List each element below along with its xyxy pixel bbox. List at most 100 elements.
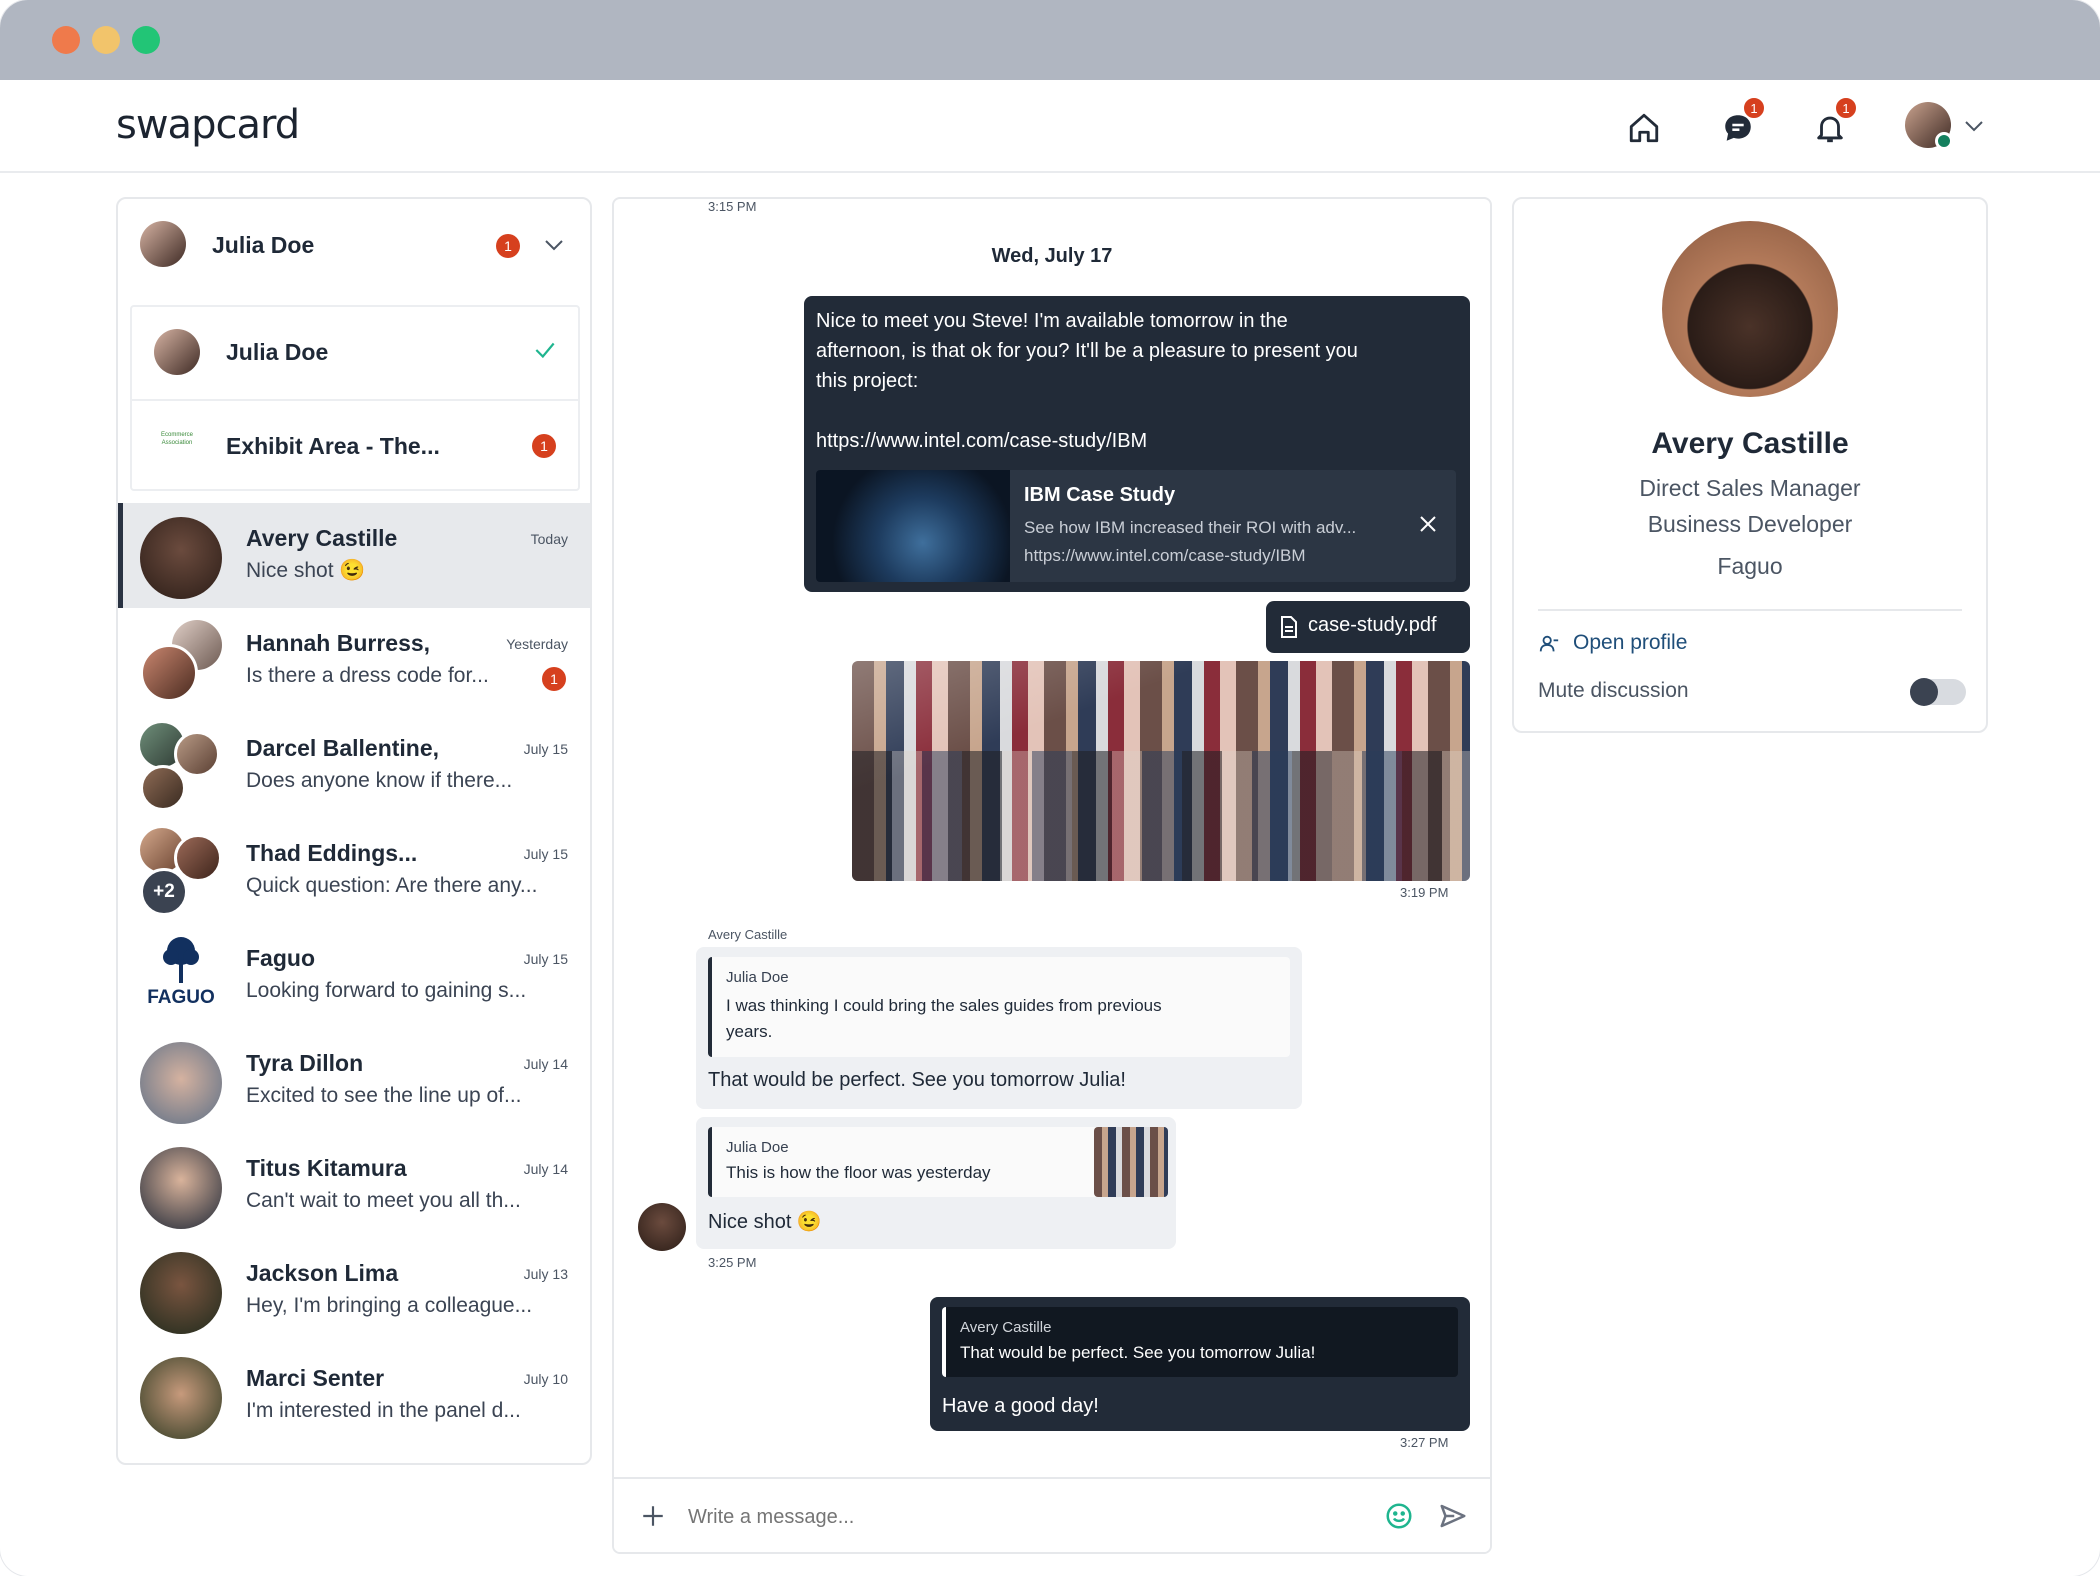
conversation-name: Tyra Dillon [246, 1050, 364, 1076]
attachment-name: case-study.pdf [1308, 614, 1437, 636]
conversation-name: Jackson Lima [246, 1260, 399, 1286]
top-navigation: swapcard 1 1 [0, 80, 2100, 173]
avatar [140, 644, 198, 702]
user-avatar-menu[interactable] [1905, 102, 1953, 150]
emoji-icon[interactable] [1384, 1501, 1414, 1536]
conversation-date: Today [530, 531, 568, 547]
chat-panel: 3:15 PM Wed, July 17 Nice to meet you St… [612, 197, 1492, 1554]
bell-icon[interactable]: 1 [1810, 96, 1858, 148]
app-logo[interactable]: swapcard [116, 102, 300, 148]
mute-toggle[interactable] [1910, 678, 1966, 706]
avatar [140, 1357, 222, 1439]
send-icon[interactable] [1438, 1501, 1468, 1536]
conversation-preview: Excited to see the line up of... [246, 1084, 522, 1107]
toggle-knob [1910, 678, 1938, 706]
window-titlebar [0, 0, 2100, 80]
plus-icon[interactable] [640, 1503, 666, 1534]
message-text: Nice shot 😉 [708, 1211, 822, 1233]
faguo-logo: FAGUO [140, 935, 222, 1017]
profile-title: Business Developer [1647, 511, 1853, 537]
online-status-dot [1935, 132, 1953, 150]
avatar [140, 1252, 222, 1334]
conversation-item[interactable]: Jackson Lima Hey, I'm bringing a colleag… [118, 1238, 590, 1343]
account-option-julia[interactable]: Julia Doe [132, 307, 578, 398]
quote-text: I was thinking I could bring the sales g… [726, 996, 1162, 1041]
close-window-button[interactable] [52, 26, 80, 54]
quote-text: This is how the floor was yesterday [726, 1163, 991, 1182]
conversation-date: July 14 [523, 1056, 568, 1072]
conversation-preview: Nice shot 😉 [246, 559, 366, 582]
conversation-item[interactable]: Marci Senter I'm interested in the panel… [118, 1343, 590, 1448]
account-option-exhibit[interactable]: Ecommerce Association Exhibit Area - The… [132, 399, 578, 490]
conversation-preview: Is there a dress code for... [246, 664, 489, 687]
conversation-name: Faguo [246, 945, 315, 971]
conversation-item[interactable]: +2 Thad Eddings... Quick question: Are t… [118, 818, 590, 923]
avatar [140, 1147, 222, 1229]
link-preview-description: See how IBM increased their ROI with adv… [1024, 518, 1357, 537]
message-text: That would be perfect. See you tomorrow … [708, 1069, 1126, 1091]
sender-name: Avery Castille [708, 927, 788, 942]
conversation-preview: Does anyone know if there... [246, 769, 513, 792]
link-preview-url: https://www.intel.com/case-study/IBM [1024, 546, 1306, 565]
minimize-window-button[interactable] [92, 26, 120, 54]
avatar [140, 517, 222, 599]
open-profile-label: Open profile [1573, 631, 1688, 654]
day-separator: Wed, July 17 [991, 245, 1113, 267]
unread-badge: 1 [542, 667, 566, 691]
avatar [174, 731, 220, 777]
extra-participants-count: +2 [140, 868, 188, 916]
message-link[interactable]: https://www.intel.com/case-study/IBM [816, 426, 1456, 456]
current-account-name: Julia Doe [212, 232, 315, 258]
message-text: Nice to meet you Steve! I'm available to… [816, 306, 1456, 456]
app-window: swapcard 1 1 Julia Doe 1 Julia Doe Ecomm… [0, 0, 2100, 1576]
conversation-item[interactable]: Avery Castille Nice shot 😉 Today [118, 503, 590, 608]
chevron-down-icon[interactable] [1962, 114, 1986, 143]
conversation-date: July 10 [523, 1371, 568, 1387]
person-icon [1538, 633, 1560, 660]
conversation-name: Darcel Ballentine, [246, 735, 440, 761]
conversation-sidebar: Julia Doe 1 Julia Doe Ecommerce Associat… [116, 197, 592, 1465]
conversation-item[interactable]: Hannah Burress, Is there a dress code fo… [118, 608, 590, 713]
conversation-date: July 15 [523, 741, 568, 757]
sender-avatar[interactable] [638, 1203, 686, 1251]
file-attachment[interactable]: case-study.pdf [1266, 601, 1470, 653]
conversation-item[interactable]: Tyra Dillon Excited to see the line up o… [118, 1028, 590, 1133]
conversation-item[interactable]: FAGUO Faguo Looking forward to gaining s… [118, 923, 590, 1028]
chevron-down-icon[interactable] [542, 233, 566, 262]
notifications-badge: 1 [1834, 96, 1858, 120]
home-icon[interactable] [1624, 108, 1664, 148]
document-icon [1280, 616, 1298, 643]
quote-author: Avery Castille [960, 1319, 1052, 1336]
close-icon[interactable] [1416, 512, 1440, 541]
avatar [140, 765, 186, 811]
conversation-preview: Looking forward to gaining s... [246, 979, 527, 1002]
link-preview-title: IBM Case Study [1024, 484, 1176, 506]
profile-name: Avery Castille [1651, 427, 1849, 460]
profile-title: Direct Sales Manager [1639, 475, 1861, 501]
incoming-message: Julia Doe I was thinking I could bring t… [696, 947, 1302, 1109]
conversation-item[interactable]: Darcel Ballentine, Does anyone know if t… [118, 713, 590, 818]
conversation-preview: Can't wait to meet you all th... [246, 1189, 521, 1212]
account-switcher[interactable]: Julia Doe 1 [118, 199, 590, 295]
quoted-message[interactable]: Avery Castille That would be perfect. Se… [942, 1307, 1458, 1377]
profile-panel: Avery Castille Direct Sales Manager Busi… [1512, 197, 1988, 733]
chat-icon[interactable]: 1 [1718, 96, 1766, 148]
conversation-item[interactable]: Titus Kitamura Can't wait to meet you al… [118, 1133, 590, 1238]
conversation-date: July 15 [523, 951, 568, 967]
message-input[interactable] [688, 1495, 1288, 1539]
conversation-name: Avery Castille [246, 525, 398, 551]
message-text: Have a good day! [942, 1395, 1099, 1417]
conversation-preview: I'm interested in the panel d... [246, 1399, 521, 1422]
conversation-name: Hannah Burress, [246, 630, 431, 656]
quoted-message[interactable]: Julia Doe This is how the floor was yest… [708, 1127, 1168, 1197]
conversation-date: July 15 [523, 846, 568, 862]
quoted-message[interactable]: Julia Doe I was thinking I could bring t… [708, 957, 1290, 1057]
mute-label: Mute discussion [1538, 679, 1689, 702]
quote-author: Julia Doe [726, 1139, 789, 1156]
outgoing-message: Avery Castille That would be perfect. Se… [930, 1297, 1470, 1431]
maximize-window-button[interactable] [132, 26, 160, 54]
association-logo: Ecommerce Association [160, 432, 193, 446]
shared-photo[interactable] [852, 661, 1470, 881]
link-preview-card[interactable]: IBM Case Study See how IBM increased the… [816, 470, 1456, 582]
account-option-label: Julia Doe [226, 339, 329, 365]
